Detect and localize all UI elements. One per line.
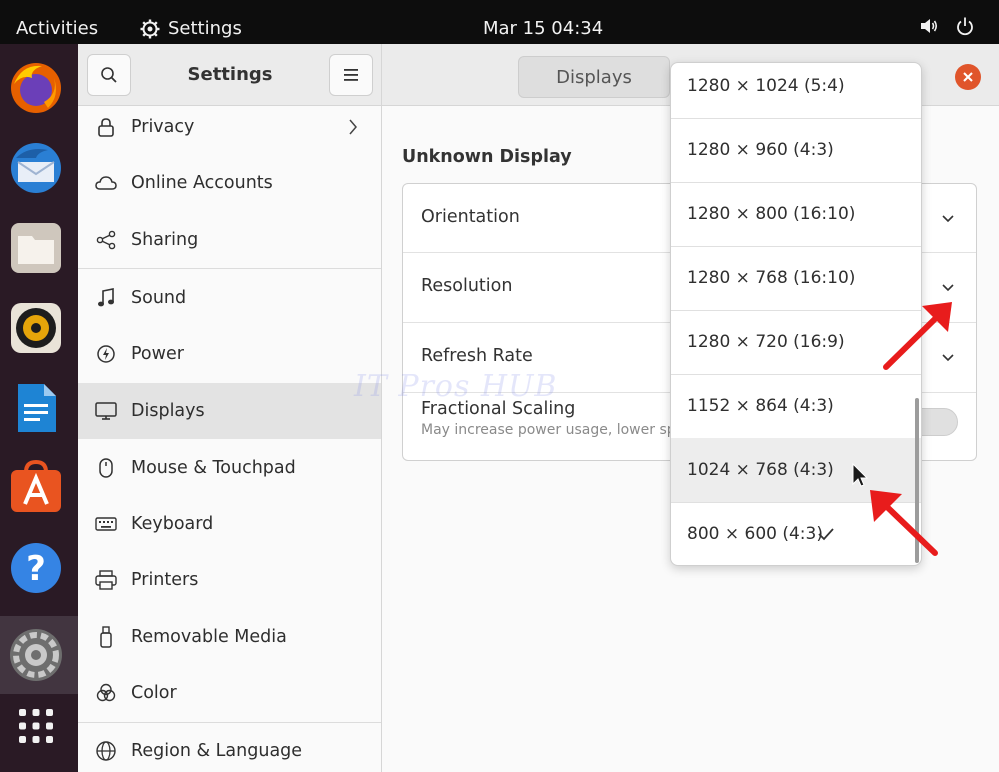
sidebar-item-removable-media[interactable]: Removable Media <box>78 609 381 665</box>
files-icon[interactable] <box>6 218 66 278</box>
resolution-option-label: 1280 × 960 (4:3) <box>687 140 834 160</box>
chevron-down-icon <box>942 215 954 223</box>
printer-icon <box>94 568 118 592</box>
resolution-option-label: 1152 × 864 (4:3) <box>687 396 834 416</box>
resolution-option-label: 800 × 600 (4:3) <box>687 524 823 544</box>
resolution-option-label: 1280 × 720 (16:9) <box>687 332 845 352</box>
resolution-option-label: 1280 × 1024 (5:4) <box>687 76 845 96</box>
resolution-option[interactable]: 1280 × 960 (4:3) <box>671 118 921 182</box>
sidebar-item-label: Mouse & Touchpad <box>131 458 296 478</box>
menu-button[interactable] <box>329 54 373 96</box>
sidebar-item-label: Region & Language <box>131 741 303 761</box>
tab-displays[interactable]: Displays <box>518 56 670 98</box>
color-icon <box>94 681 118 705</box>
resolution-option-hovered[interactable]: 1024 × 768 (4:3) <box>671 438 921 502</box>
chevron-right-icon <box>349 119 357 135</box>
sidebar-item-displays[interactable]: Displays <box>78 383 381 439</box>
sidebar-item-power[interactable]: Power <box>78 326 381 382</box>
close-icon <box>963 72 973 82</box>
app-menu-label: Settings <box>168 18 242 39</box>
sidebar-item-sharing[interactable]: Sharing <box>78 212 381 268</box>
thunderbird-icon[interactable] <box>6 138 66 198</box>
resolution-option[interactable]: 1280 × 768 (16:10) <box>671 246 921 310</box>
clock[interactable]: Mar 15 04:34 <box>483 18 603 39</box>
sidebar-item-label: Color <box>131 683 177 703</box>
resolution-label: Resolution <box>421 276 513 296</box>
display-name-heading: Unknown Display <box>402 147 572 167</box>
power-icon <box>94 342 118 366</box>
sidebar-item-color[interactable]: Color <box>78 665 381 721</box>
sidebar-item-label: Privacy <box>131 117 195 137</box>
libreoffice-writer-icon[interactable] <box>6 378 66 438</box>
ubuntu-software-icon[interactable] <box>6 458 66 518</box>
watermark: IT Pros HUB <box>354 369 558 404</box>
sidebar: Privacy Online Accounts Sharing Sound Po… <box>78 106 382 772</box>
volume-icon[interactable] <box>919 16 939 36</box>
display-icon <box>94 399 118 423</box>
fractional-scaling-description: May increase power usage, lower sp <box>421 422 676 438</box>
sidebar-item-label: Power <box>131 344 184 364</box>
checkmark-icon <box>818 528 834 541</box>
music-note-icon <box>94 286 118 310</box>
sidebar-item-region-language[interactable]: Region & Language <box>78 723 381 772</box>
sidebar-item-label: Keyboard <box>131 514 214 534</box>
chevron-down-icon <box>942 354 954 362</box>
resolution-option-label: 1280 × 768 (16:10) <box>687 268 856 288</box>
app-menu[interactable]: Settings <box>140 18 242 39</box>
close-button[interactable] <box>955 64 981 90</box>
resolution-option[interactable]: 1280 × 800 (16:10) <box>671 182 921 246</box>
sidebar-item-online-accounts[interactable]: Online Accounts <box>78 155 381 211</box>
sidebar-item-mouse-touchpad[interactable]: Mouse & Touchpad <box>78 440 381 496</box>
refresh-rate-label: Refresh Rate <box>421 346 533 366</box>
sidebar-divider <box>78 268 381 269</box>
sidebar-item-printers[interactable]: Printers <box>78 552 381 608</box>
sidebar-item-label: Sound <box>131 288 187 308</box>
gear-icon <box>140 19 160 38</box>
popover-pointer <box>922 276 934 298</box>
sidebar-item-sound[interactable]: Sound <box>78 270 381 326</box>
firefox-icon[interactable] <box>6 58 66 118</box>
search-button[interactable] <box>87 54 131 96</box>
resolution-option-label: 1024 × 768 (4:3) <box>687 460 834 480</box>
power-icon[interactable] <box>955 16 975 36</box>
mouse-icon <box>94 456 118 480</box>
screen: Activities Settings Mar 15 04:34 ? Setti… <box>0 0 999 772</box>
system-tray[interactable] <box>919 16 975 36</box>
resolution-option-label: 1280 × 800 (16:10) <box>687 204 856 224</box>
sidebar-item-label: Removable Media <box>131 627 287 647</box>
help-icon[interactable]: ? <box>6 538 66 598</box>
globe-icon <box>94 739 118 763</box>
sidebar-item-keyboard[interactable]: Keyboard <box>78 496 381 552</box>
lock-icon <box>94 115 118 139</box>
sidebar-item-privacy[interactable]: Privacy <box>78 106 381 155</box>
cloud-icon <box>94 171 118 195</box>
hamburger-menu-icon <box>344 69 358 81</box>
resolution-option[interactable]: 1280 × 1024 (5:4) <box>671 63 921 118</box>
popover-scrollbar[interactable] <box>915 398 919 563</box>
sidebar-header: Settings <box>78 44 382 106</box>
settings-icon[interactable] <box>6 625 66 685</box>
sidebar-item-label: Displays <box>131 401 205 421</box>
app-grid-icon[interactable] <box>6 696 66 756</box>
svg-text:?: ? <box>26 549 46 589</box>
keyboard-icon <box>94 512 118 536</box>
chevron-down-icon <box>942 284 954 292</box>
orientation-label: Orientation <box>421 207 520 227</box>
resolution-option[interactable]: 1152 × 864 (4:3) <box>671 374 921 438</box>
activities-button[interactable]: Activities <box>16 18 98 39</box>
resolution-popover: 1280 × 1024 (5:4) 1280 × 960 (4:3) 1280 … <box>670 62 922 566</box>
resolution-option-selected[interactable]: 800 × 600 (4:3) <box>671 502 921 565</box>
rhythmbox-icon[interactable] <box>6 298 66 358</box>
sidebar-item-label: Online Accounts <box>131 173 273 193</box>
search-icon <box>101 67 117 83</box>
share-icon <box>94 228 118 252</box>
sidebar-item-label: Printers <box>131 570 199 590</box>
dock: ? <box>0 44 78 772</box>
usb-drive-icon <box>94 625 118 649</box>
window-title: Settings <box>187 64 273 85</box>
resolution-option[interactable]: 1280 × 720 (16:9) <box>671 310 921 374</box>
sidebar-item-label: Sharing <box>131 230 199 250</box>
